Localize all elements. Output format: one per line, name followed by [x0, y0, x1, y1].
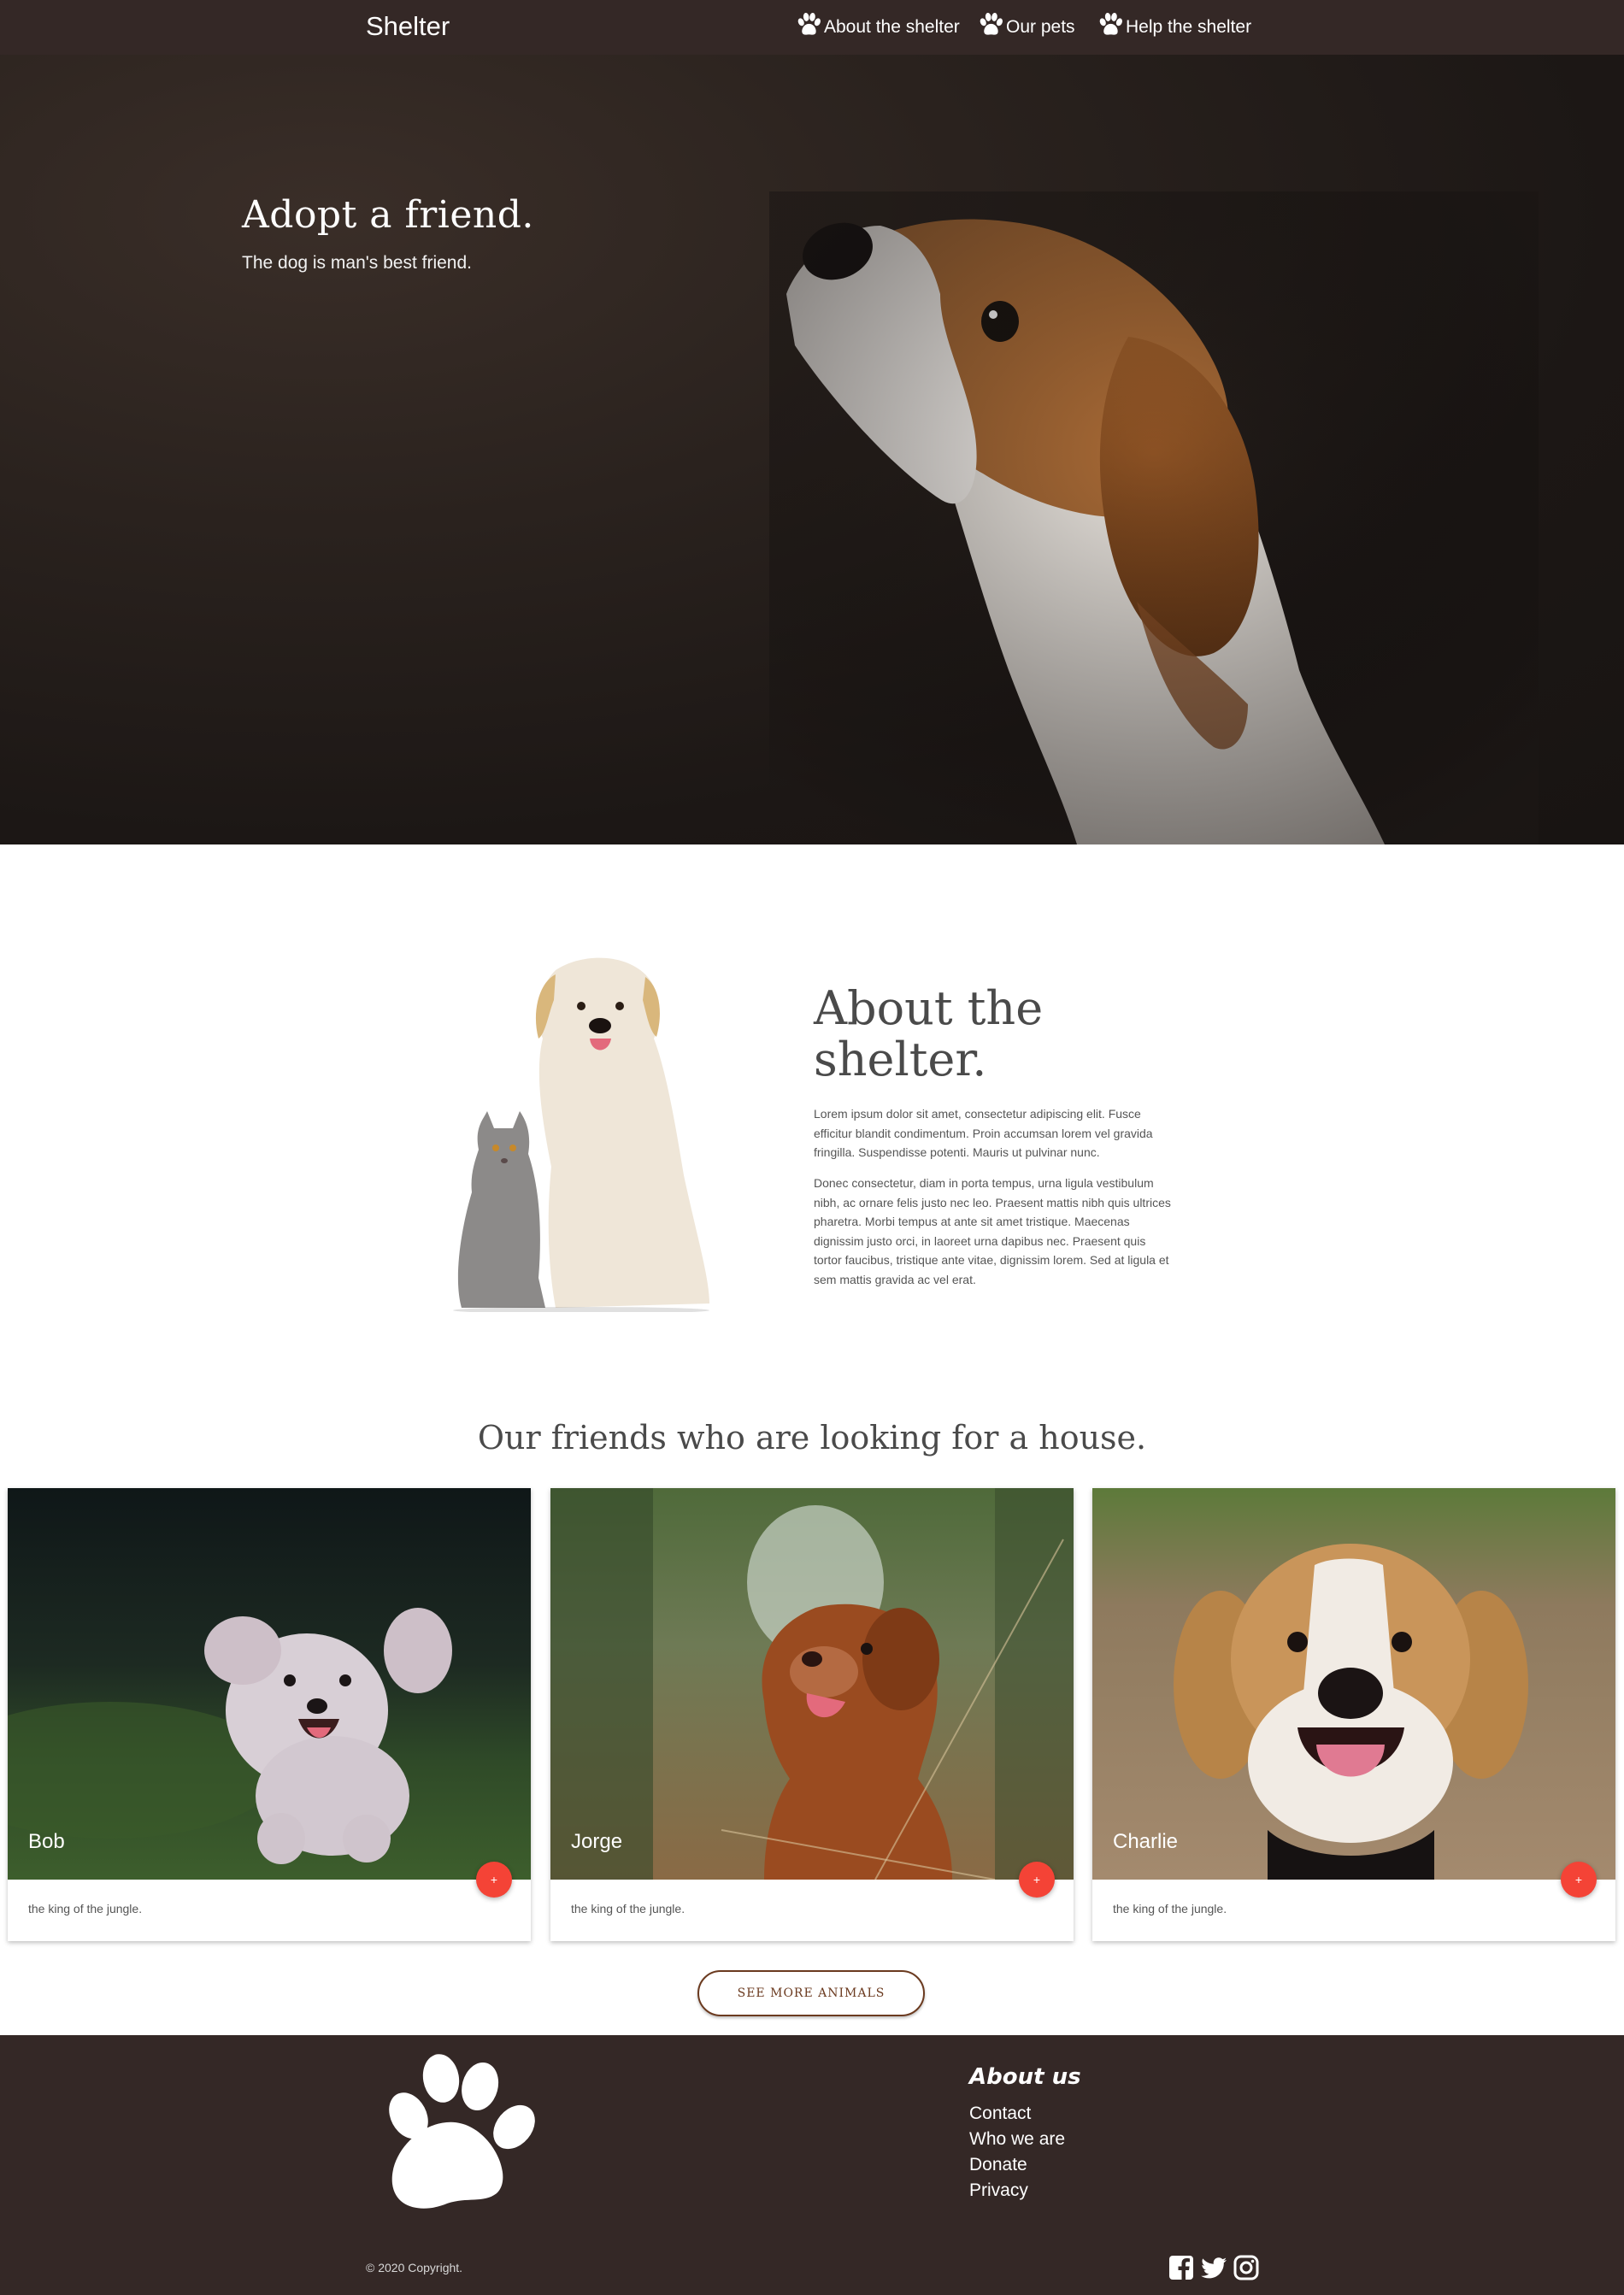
navbar: Shelter About the shelter Our pets Help …	[0, 0, 1624, 55]
paw-icon	[980, 12, 1003, 35]
about-title: About the shelter.	[814, 981, 1044, 1086]
social-links	[1168, 2254, 1260, 2281]
about-paragraph: Donec consectetur, diam in porta tempus,…	[814, 1176, 1171, 1286]
pet-photo-charlie	[1092, 1488, 1615, 1880]
pet-name: Bob	[28, 1830, 65, 1853]
paw-logo-icon	[389, 2054, 535, 2209]
nav-link-label: Help the shelter	[1126, 17, 1252, 37]
paw-icon	[797, 12, 821, 35]
pet-description: the king of the jungle.	[28, 1902, 143, 1915]
pet-card-bob: Bob + the king of the jungle.	[8, 1488, 531, 1941]
pet-description: the king of the jungle.	[1113, 1902, 1227, 1915]
pet-photo	[550, 1488, 1074, 1880]
see-more-animals-button[interactable]: SEE MORE ANIMALS	[697, 1970, 925, 2016]
nav-link-about[interactable]: About the shelter	[795, 7, 960, 48]
hero-banner: Adopt a friend. The dog is man's best fr…	[0, 55, 1624, 844]
footer-links: Contact Who we are Donate Privacy	[969, 2104, 1065, 2206]
pet-photo	[8, 1488, 531, 1880]
add-pet-button[interactable]: +	[1561, 1862, 1597, 1898]
hero-dog-image	[769, 191, 1539, 844]
footer-link-donate[interactable]: Donate	[969, 2155, 1027, 2174]
footer: About us Contact Who we are Donate Priva…	[0, 2035, 1624, 2295]
pets-heading: Our friends who are looking for a house.	[477, 1419, 1147, 1456]
footer-link-privacy[interactable]: Privacy	[969, 2180, 1028, 2200]
footer-heading: About us	[969, 2064, 1081, 2090]
brand-logo-text[interactable]: Shelter	[366, 11, 450, 42]
pet-name: Jorge	[571, 1830, 623, 1853]
pet-photo	[1092, 1488, 1615, 1880]
hero-title: Adopt a friend.	[242, 193, 534, 237]
pet-card-jorge: Jorge + the king of the jungle.	[550, 1488, 1074, 1941]
footer-link-who-we-are[interactable]: Who we are	[969, 2129, 1065, 2149]
twitter-icon[interactable]	[1200, 2254, 1227, 2281]
copyright: © 2020 Copyright.	[366, 2261, 463, 2274]
about-pets-image	[453, 957, 709, 1312]
pet-photo-jorge	[550, 1488, 1074, 1880]
pet-photo-bob	[8, 1488, 531, 1880]
footer-link-contact[interactable]: Contact	[969, 2104, 1031, 2123]
add-pet-button[interactable]: +	[1019, 1862, 1055, 1898]
hero-subtitle: The dog is man's best friend.	[242, 253, 472, 273]
instagram-icon[interactable]	[1233, 2254, 1260, 2281]
about-paragraph: Lorem ipsum dolor sit amet, consectetur …	[814, 1107, 1153, 1159]
facebook-icon[interactable]	[1168, 2254, 1195, 2281]
nav-link-help[interactable]: Help the shelter	[1097, 7, 1251, 48]
add-pet-button[interactable]: +	[476, 1862, 512, 1898]
pet-name: Charlie	[1113, 1830, 1179, 1853]
nav-link-label: Our pets	[1006, 17, 1075, 37]
nav-link-label: About the shelter	[824, 17, 960, 37]
nav-link-our-pets[interactable]: Our pets	[977, 7, 1075, 48]
pet-card-charlie: Charlie + the king of the jungle.	[1092, 1488, 1615, 1941]
pet-description: the king of the jungle.	[571, 1902, 685, 1915]
paw-icon	[1099, 12, 1122, 35]
